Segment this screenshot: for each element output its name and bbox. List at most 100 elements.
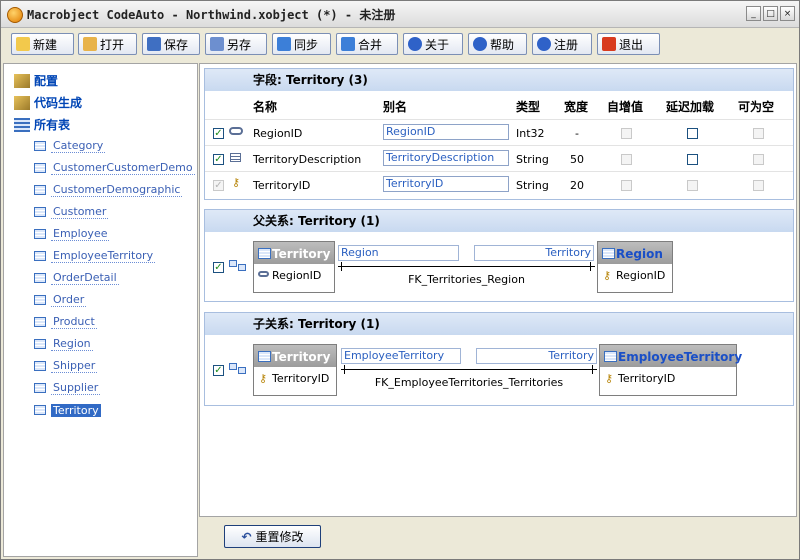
identity-checkbox xyxy=(621,128,632,139)
table-icon xyxy=(34,229,46,239)
from-table-box[interactable]: Territory ⚷ TerritoryID xyxy=(253,344,337,396)
identity-checkbox xyxy=(621,180,632,191)
field-row: ✓ ⚷ TerritoryID TerritoryID String 20 xyxy=(205,171,793,198)
help-button[interactable]: 帮助 xyxy=(468,33,527,55)
tree-root-all-tables[interactable]: 所有表 xyxy=(14,116,70,133)
field-enabled-checkbox[interactable]: ✓ xyxy=(213,154,224,165)
field-alias-input[interactable]: TerritoryDescription xyxy=(383,150,509,166)
fields-title: 字段: Territory (3) xyxy=(205,69,793,91)
table-icon xyxy=(34,207,46,217)
to-table-key: ⚷ RegionID xyxy=(598,264,672,286)
text-field-icon xyxy=(230,153,241,162)
tree-item-order[interactable]: Order xyxy=(34,292,87,308)
tree-item-customer[interactable]: Customer xyxy=(34,204,109,220)
close-button[interactable]: × xyxy=(780,6,795,21)
exit-button[interactable]: 退出 xyxy=(597,33,660,55)
field-type: String xyxy=(516,153,549,166)
relation-one-mark xyxy=(341,262,342,271)
table-icon xyxy=(34,141,46,151)
field-alias-input[interactable]: TerritoryID xyxy=(383,176,509,192)
primary-key-icon: ⚷ xyxy=(259,372,268,385)
detail-panel: 字段: Territory (3) 名称 别名 类型 宽度 自增值 延迟加载 可… xyxy=(199,63,797,517)
from-alias-input[interactable]: Region xyxy=(338,245,459,261)
relation-enabled-checkbox[interactable]: ✓ xyxy=(213,365,224,376)
title-bar: Macrobject CodeAuto - Northwind.xobject … xyxy=(1,1,799,28)
from-table-box[interactable]: Territory RegionID xyxy=(253,241,335,293)
from-table-name: Territory xyxy=(272,350,331,364)
maximize-button[interactable]: □ xyxy=(763,6,778,21)
from-table-key: ⚷ TerritoryID xyxy=(254,367,336,389)
relation-enabled-checkbox[interactable]: ✓ xyxy=(213,262,224,273)
col-width-header: 宽度 xyxy=(564,100,589,114)
to-table-name: Region xyxy=(616,247,663,261)
field-row: ✓ TerritoryDescription TerritoryDescript… xyxy=(205,145,793,172)
table-icon xyxy=(34,339,46,349)
tree-item-employeeterritory[interactable]: EmployeeTerritory xyxy=(34,248,156,264)
save-button[interactable]: 保存 xyxy=(142,33,200,55)
sync-button[interactable]: 同步 xyxy=(272,33,331,55)
table-icon xyxy=(34,383,46,393)
tree-item-region[interactable]: Region xyxy=(34,336,93,352)
reset-label: 重置修改 xyxy=(255,530,304,544)
about-button[interactable]: 关于 xyxy=(403,33,463,55)
tree-item-orderdetail[interactable]: OrderDetail xyxy=(34,270,119,286)
undo-icon: ↶ xyxy=(241,529,252,544)
foreign-key-name: FK_Territories_Region xyxy=(408,273,525,286)
to-table-box[interactable]: Region ⚷ RegionID xyxy=(597,241,673,293)
tree-item-customerdemographic[interactable]: CustomerDemographic xyxy=(34,182,183,198)
tree-item-category[interactable]: Category xyxy=(34,138,106,154)
from-table-header: Territory xyxy=(254,242,334,264)
tree-item-employee[interactable]: Employee xyxy=(34,226,110,242)
from-alias-input[interactable]: EmployeeTerritory xyxy=(341,348,461,364)
register-button[interactable]: 注册 xyxy=(532,33,592,55)
to-table-name: EmployeeTerritory xyxy=(618,350,743,364)
primary-key-icon: ⚷ xyxy=(605,372,614,385)
relation-link-icon xyxy=(229,127,243,135)
tree-item-supplier[interactable]: Supplier xyxy=(34,380,101,396)
from-table-key: RegionID xyxy=(254,264,334,286)
field-type: String xyxy=(516,179,549,192)
tree-item-territory[interactable]: Territory xyxy=(34,402,101,418)
field-width: 20 xyxy=(570,179,584,192)
tables-icon xyxy=(14,117,30,132)
child-relations-section: 子关系: Territory (1) ✓ Territory ⚷ Territor… xyxy=(204,312,794,406)
minimize-button[interactable]: _ xyxy=(746,6,761,21)
app-logo-icon xyxy=(7,7,23,23)
field-enabled-checkbox[interactable]: ✓ xyxy=(213,128,224,139)
from-key-label: TerritoryID xyxy=(272,372,330,385)
field-alias-input[interactable]: RegionID xyxy=(383,124,509,140)
relation-many-mark xyxy=(590,262,591,271)
to-table-box[interactable]: EmployeeTerritory ⚷ TerritoryID xyxy=(599,344,742,396)
identity-checkbox xyxy=(621,154,632,165)
reset-changes-button[interactable]: ↶ 重置修改 xyxy=(224,525,321,548)
col-alias-header: 别名 xyxy=(383,100,408,114)
open-button[interactable]: 打开 xyxy=(78,33,137,55)
table-icon xyxy=(602,248,615,259)
tree-item-shipper[interactable]: Shipper xyxy=(34,358,98,374)
open-folder-icon xyxy=(83,37,97,51)
parent-relations-title: 父关系: Territory (1) xyxy=(205,210,793,232)
field-enabled-checkbox: ✓ xyxy=(213,180,224,191)
table-icon xyxy=(34,295,46,305)
tree-item-customercustomerdemo[interactable]: CustomerCustomerDemo xyxy=(34,160,195,176)
from-key-label: RegionID xyxy=(272,269,322,282)
to-alias-input[interactable]: Territory xyxy=(474,245,594,261)
tree-item-product[interactable]: Product xyxy=(34,314,97,330)
lazy-load-checkbox[interactable] xyxy=(687,154,698,165)
tree-root-config[interactable]: 配置 xyxy=(14,72,58,89)
tree-root-codegen[interactable]: 代码生成 xyxy=(14,94,82,111)
new-button[interactable]: 新建 xyxy=(11,33,74,55)
to-alias-input[interactable]: Territory xyxy=(476,348,597,364)
table-icon xyxy=(258,248,271,259)
lazy-load-checkbox xyxy=(687,180,698,191)
lazy-load-checkbox[interactable] xyxy=(687,128,698,139)
field-type: Int32 xyxy=(516,127,545,140)
table-icon xyxy=(34,317,46,327)
table-icon xyxy=(258,351,271,362)
nullable-checkbox xyxy=(753,154,764,165)
help-icon xyxy=(473,37,487,51)
save-as-button[interactable]: 另存 xyxy=(205,33,267,55)
config-icon xyxy=(14,73,30,88)
to-key-label: TerritoryID xyxy=(618,372,676,385)
merge-button[interactable]: 合并 xyxy=(336,33,398,55)
